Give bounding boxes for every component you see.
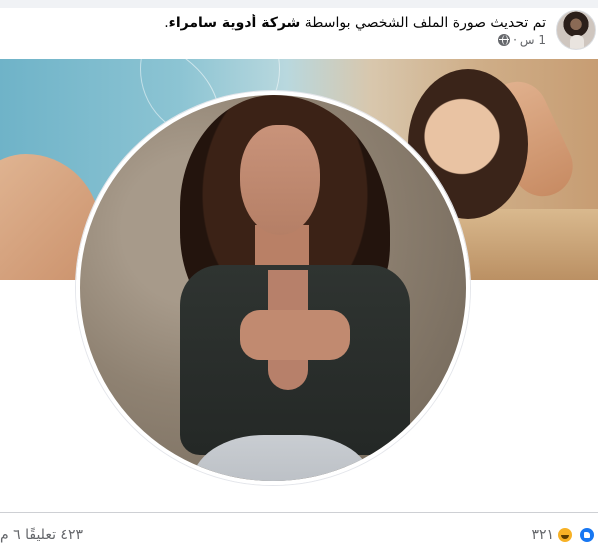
haha-icon [556,526,574,544]
shares-count[interactable]: ٦ م [0,527,21,543]
post-timestamp[interactable]: 1 س [520,33,546,47]
page-name-link[interactable]: شركة أدوية سامراء [169,15,301,31]
globe-icon [498,34,511,46]
engagement-summary: ٤٢٣ تعليقًا ٦ م [0,527,83,543]
post-meta: 1 س · [498,33,546,47]
profile-picture[interactable] [76,91,470,485]
reactions-summary[interactable]: ٣٢١ [531,525,596,545]
page-avatar[interactable] [556,10,596,50]
photo-subject-hands [240,310,350,360]
feed-background [0,0,598,8]
footer-divider [0,512,598,513]
reaction-count: ٣٢١ [531,527,554,543]
meta-separator: · [513,33,517,47]
photo-subject-face [240,125,320,235]
cover-figure [460,209,598,280]
post-headline: تم تحديث صورة الملف الشخصي بواسطة شركة أ… [26,14,546,32]
headline-prefix: تم تحديث صورة الملف الشخصي بواسطة [304,15,546,31]
comments-count[interactable]: ٤٢٣ تعليقًا [25,527,83,543]
like-icon [578,526,596,544]
